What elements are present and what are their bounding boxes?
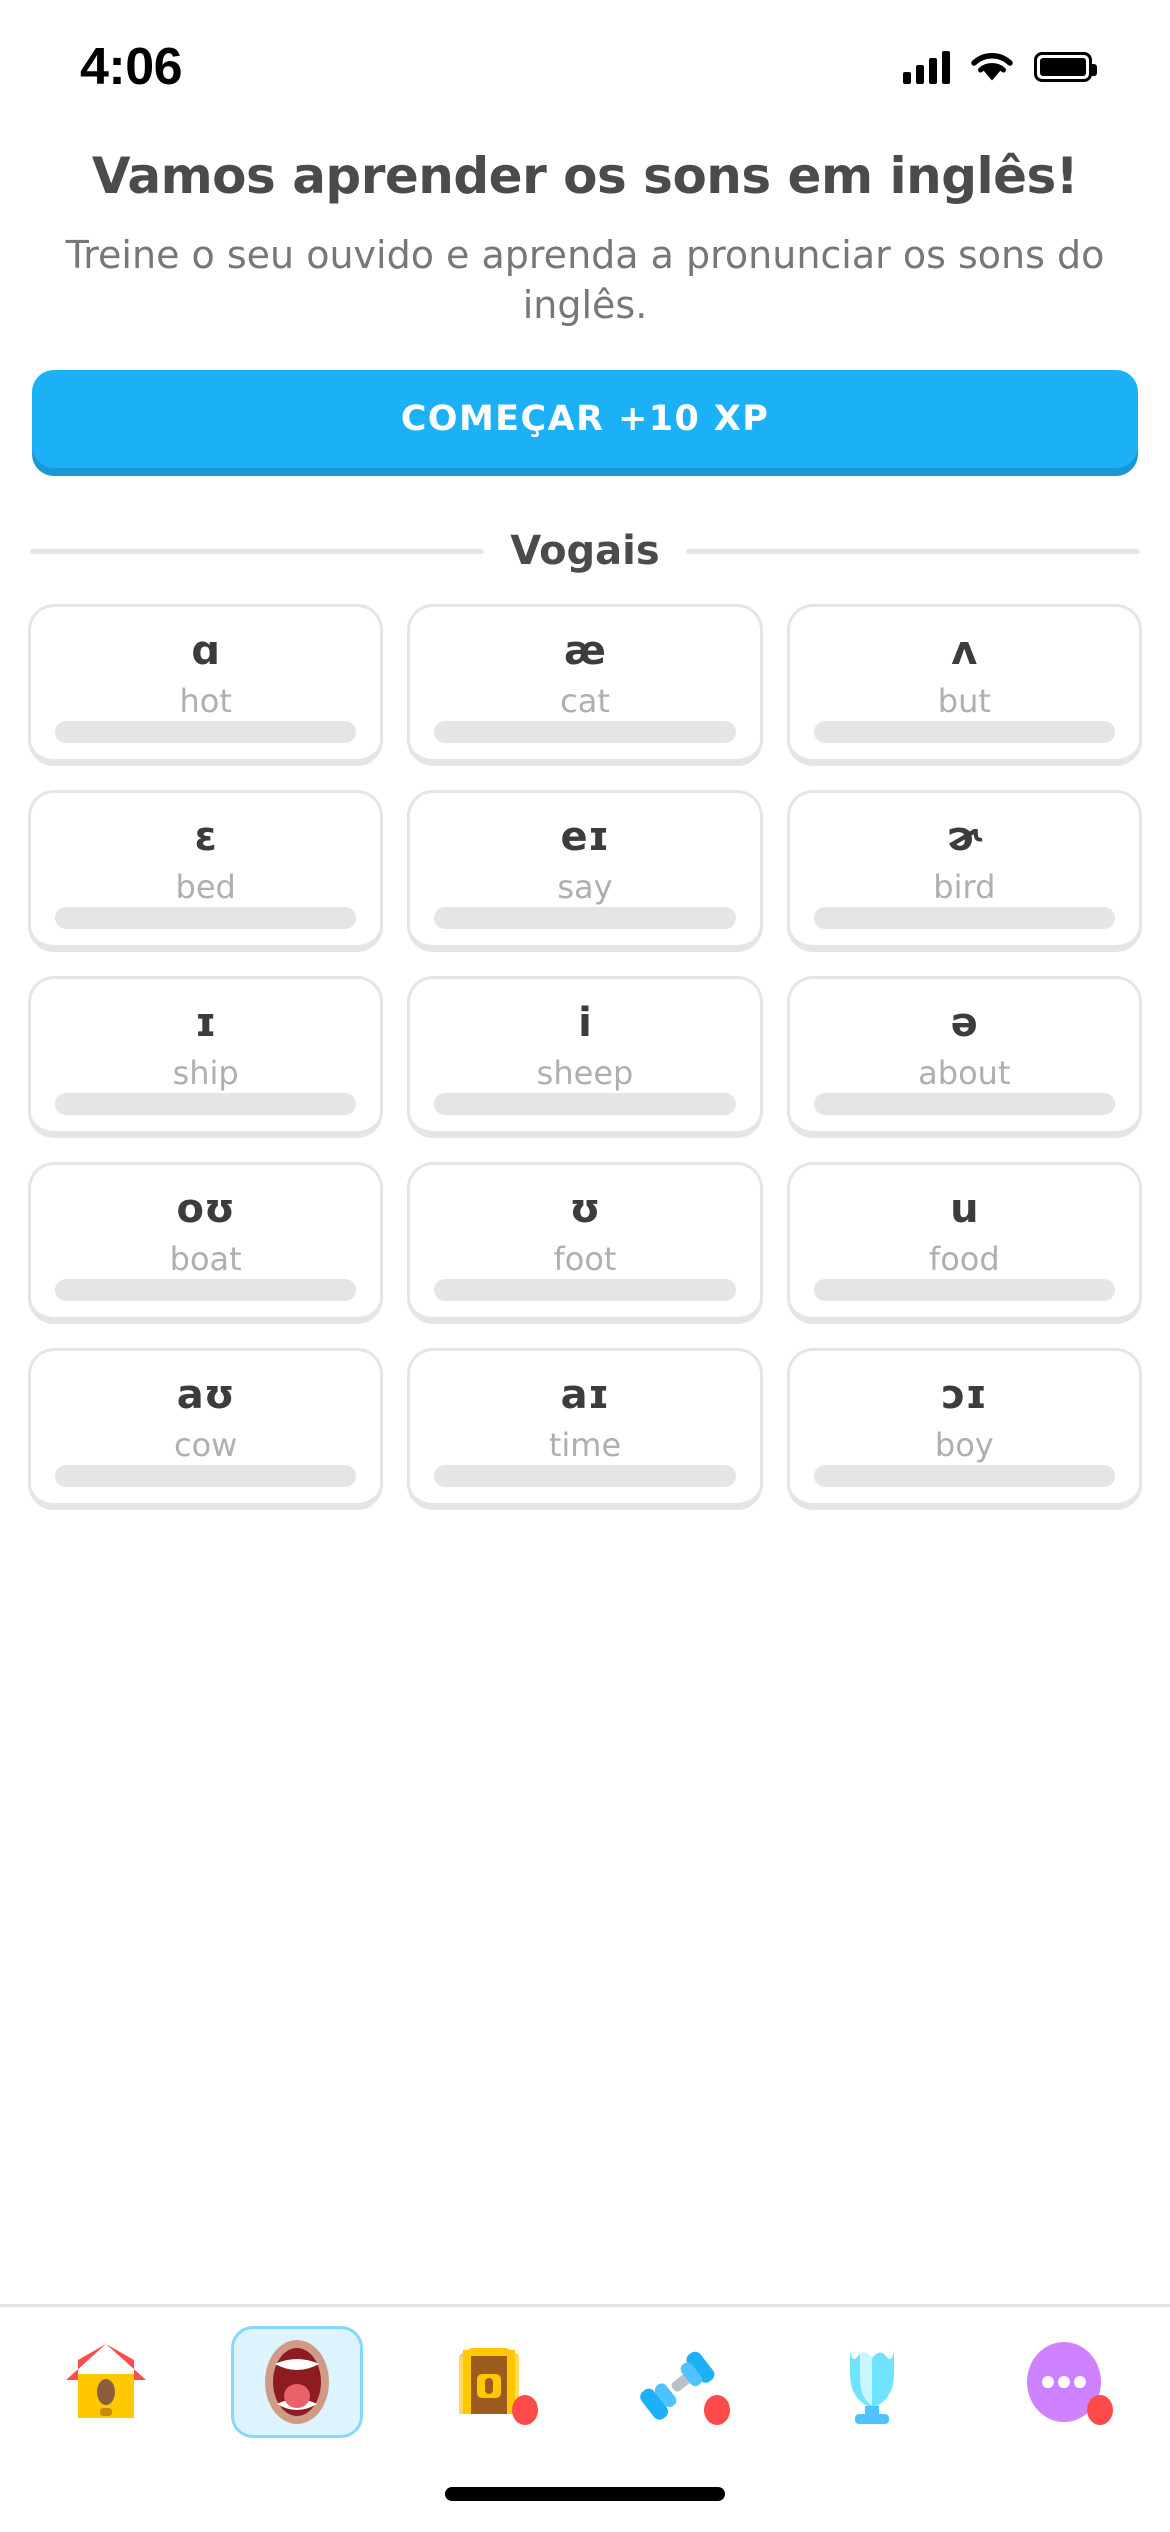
tab-practice[interactable]	[615, 2326, 747, 2438]
phoneme-card[interactable]: aʊ cow	[28, 1348, 384, 1511]
notification-badge	[512, 2394, 539, 2425]
bottom-tab-bar	[0, 2304, 1170, 2456]
phoneme-symbol: oʊ	[176, 1186, 235, 1233]
cta-container: COMEÇAR +10 XP	[28, 370, 1142, 469]
app-screen: 4:06 Vamos aprender os sons em inglês! T…	[0, 0, 1170, 2532]
phoneme-card[interactable]: aɪ time	[407, 1348, 763, 1511]
main-content: Vamos aprender os sons em inglês! Treine…	[0, 120, 1170, 2304]
phoneme-symbol: eɪ	[560, 814, 610, 861]
house-icon	[58, 2334, 154, 2430]
home-indicator-area	[0, 2456, 1170, 2532]
divider-left	[30, 548, 485, 554]
tab-treasure[interactable]	[423, 2326, 555, 2438]
phoneme-card[interactable]: ʊ foot	[407, 1162, 763, 1325]
phoneme-symbol: u	[950, 1186, 979, 1233]
phoneme-symbol: ɔɪ	[941, 1372, 988, 1419]
status-bar-clock: 4:06	[80, 38, 183, 96]
phoneme-card[interactable]: i sheep	[407, 976, 763, 1139]
phoneme-card[interactable]: ɛ bed	[28, 790, 384, 953]
phoneme-symbol: ɛ	[194, 814, 217, 861]
phoneme-example-word: food	[928, 1240, 1000, 1279]
phoneme-example-word: about	[918, 1054, 1011, 1093]
open-mouth-icon	[249, 2334, 345, 2430]
phoneme-progress-bar	[813, 907, 1115, 930]
phoneme-symbol: ɚ	[946, 814, 982, 861]
phoneme-card[interactable]: u food	[786, 1162, 1142, 1325]
page-subtitle: Treine o seu ouvido e aprenda a pronunci…	[65, 233, 1105, 328]
phoneme-symbol: æ	[564, 628, 606, 675]
trophy-icon	[824, 2334, 920, 2430]
phoneme-progress-bar	[434, 1279, 736, 1302]
phoneme-progress-bar	[434, 1465, 736, 1488]
status-bar: 4:06	[0, 0, 1170, 120]
phoneme-symbol: aʊ	[176, 1372, 235, 1419]
phoneme-progress-bar	[434, 1093, 736, 1116]
home-indicator[interactable]	[445, 2487, 725, 2501]
phoneme-card[interactable]: ɪ ship	[28, 976, 384, 1139]
phoneme-progress-bar	[813, 1093, 1115, 1116]
phoneme-card[interactable]: ə about	[786, 976, 1142, 1139]
phoneme-symbol: i	[578, 1000, 592, 1047]
phoneme-example-word: say	[557, 868, 613, 907]
phoneme-example-word: boy	[934, 1426, 994, 1465]
notification-badge	[703, 2394, 730, 2425]
tab-leagues[interactable]	[806, 2326, 938, 2438]
phoneme-card[interactable]: ɔɪ boy	[786, 1348, 1142, 1511]
phoneme-example-word: boat	[169, 1240, 242, 1279]
phoneme-progress-bar	[55, 1279, 357, 1302]
phoneme-symbol: ʌ	[951, 628, 978, 675]
phoneme-card[interactable]: eɪ say	[407, 790, 763, 953]
phoneme-grid: ɑ hot æ cat ʌ but ɛ bed eɪ say ɚ bird ɪ ship i sheep ə ab…	[28, 604, 1142, 1511]
divider-right	[685, 548, 1140, 554]
phoneme-progress-bar	[55, 721, 357, 744]
phoneme-card[interactable]: oʊ boat	[28, 1162, 384, 1325]
tab-sounds[interactable]	[231, 2325, 364, 2438]
phoneme-progress-bar	[55, 1093, 357, 1116]
section-title: Vogais	[510, 528, 660, 575]
wifi-icon	[970, 50, 1014, 84]
battery-full-icon	[1034, 52, 1097, 82]
phoneme-symbol: aɪ	[560, 1372, 610, 1419]
page-title: Vamos aprender os sons em inglês!	[91, 147, 1079, 205]
phoneme-progress-bar	[55, 907, 357, 930]
phoneme-progress-bar	[434, 721, 736, 744]
phoneme-card[interactable]: ʌ but	[786, 604, 1142, 767]
phoneme-example-word: time	[548, 1426, 622, 1465]
phoneme-card[interactable]: ɚ bird	[786, 790, 1142, 953]
status-bar-icons	[903, 36, 1097, 84]
phoneme-example-word: bed	[175, 868, 236, 907]
phoneme-example-word: cat	[560, 682, 610, 721]
phoneme-example-word: sheep	[536, 1054, 634, 1093]
phoneme-progress-bar	[434, 907, 736, 930]
section-header-vogais: Vogais	[28, 528, 1142, 574]
phoneme-example-word: cow	[173, 1426, 238, 1465]
start-lesson-button[interactable]: COMEÇAR +10 XP	[32, 370, 1138, 469]
phoneme-symbol: ɪ	[194, 1000, 217, 1047]
tab-home[interactable]	[40, 2326, 172, 2438]
phoneme-example-word: but	[937, 682, 991, 721]
phoneme-progress-bar	[55, 1465, 357, 1488]
cellular-signal-icon	[903, 50, 950, 84]
phoneme-progress-bar	[813, 721, 1115, 744]
phoneme-progress-bar	[813, 1465, 1115, 1488]
tab-more[interactable]	[998, 2326, 1130, 2438]
notification-badge	[1087, 2394, 1114, 2425]
phoneme-example-word: hot	[179, 682, 232, 721]
phoneme-card[interactable]: ɑ hot	[28, 604, 384, 767]
phoneme-symbol: ʊ	[569, 1186, 601, 1233]
phoneme-example-word: ship	[172, 1054, 239, 1093]
phoneme-example-word: bird	[933, 868, 996, 907]
phoneme-card[interactable]: æ cat	[407, 604, 763, 767]
phoneme-progress-bar	[813, 1279, 1115, 1302]
phoneme-symbol: ə	[950, 1000, 978, 1047]
phoneme-symbol: ɑ	[191, 628, 220, 675]
phoneme-example-word: foot	[553, 1240, 617, 1279]
